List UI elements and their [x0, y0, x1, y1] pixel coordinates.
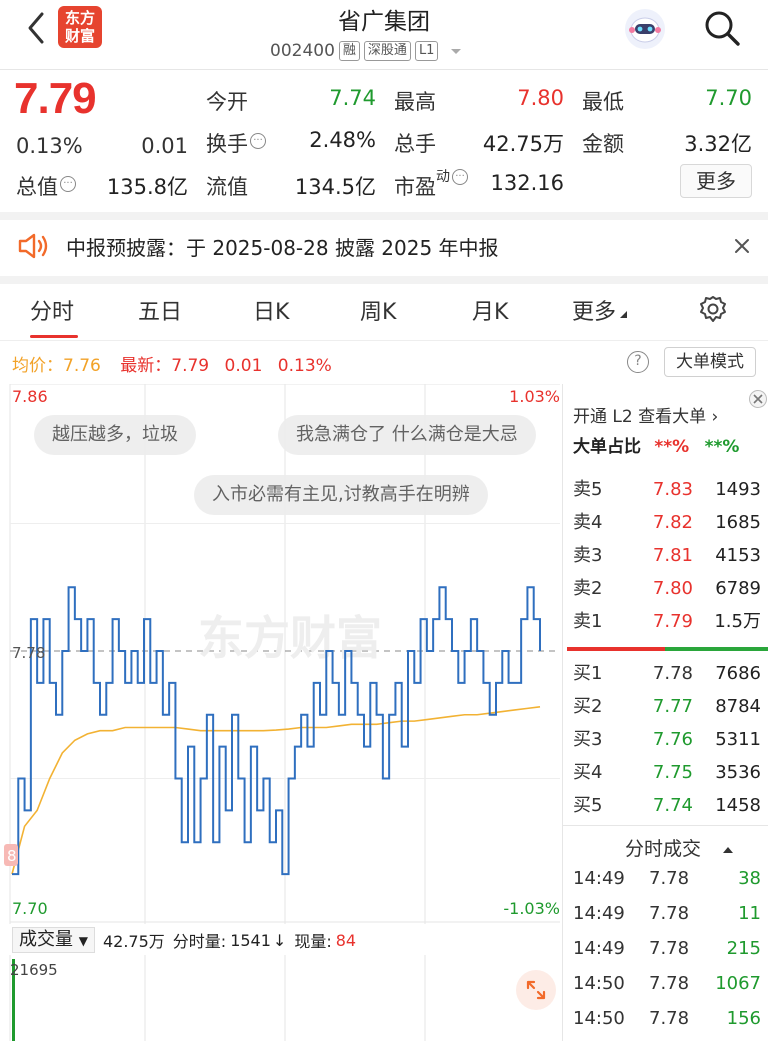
stock-subtitle[interactable]: 002400 融 深股通 L1 [270, 38, 464, 64]
expand-icon[interactable] [516, 970, 556, 1010]
label-high: 最高 [394, 90, 436, 114]
big-order-mode-button[interactable]: 大单模式 [664, 347, 756, 377]
header: 东方 财富 省广集团 002400 融 深股通 L1 [0, 0, 768, 70]
tab-intraday[interactable]: 分时 [30, 294, 74, 326]
avg-price-line [11, 705, 541, 875]
bid-row[interactable]: 买5 7.74 1458 [563, 789, 768, 822]
big-order-ratio: 大单占比 **% **% [573, 437, 740, 457]
notice-bar[interactable]: 中报预披露：于 2025-08-28 披露 2025 年中报 [0, 220, 768, 276]
tab-weekly-k[interactable]: 周K [360, 294, 396, 326]
bid-row[interactable]: 买4 7.75 3536 [563, 756, 768, 789]
intraday-chart[interactable]: 东方财富 7.86 1.03% 7.78 7.70 -1.03% 8 [0, 384, 562, 924]
ask-row[interactable]: 卖3 7.81 4153 [563, 539, 768, 572]
value-float-cap: 134.5亿 [294, 175, 376, 199]
search-icon[interactable] [702, 8, 742, 48]
active-tab-indicator [30, 335, 78, 338]
divider [0, 212, 768, 220]
volume-row: 成交量 ▼ 42.75万 分时量: 1541 ↓ 现量: 84 [12, 927, 356, 953]
info-icon[interactable]: ··· [250, 133, 266, 149]
info-icon[interactable]: ··· [452, 169, 468, 185]
tag-margin: 融 [338, 41, 360, 61]
value-high: 7.80 [517, 86, 564, 110]
value-amount: 3.32亿 [684, 132, 752, 156]
settings-gear-icon[interactable] [698, 294, 728, 324]
tab-5day[interactable]: 五日 [138, 294, 182, 326]
label-volume: 总手 [394, 132, 436, 156]
ask-row[interactable]: 卖1 7.79 1.5万 [563, 605, 768, 638]
comment-bubble[interactable]: 入市必需有主见,讨教高手在明辨 [194, 475, 488, 515]
divider [563, 825, 768, 826]
ref-price-label: 7.78 [12, 644, 45, 662]
label-market-cap: 总值 ··· [16, 171, 76, 201]
change-pct: 0.13% [16, 134, 83, 158]
bid-ask-divider [665, 647, 768, 651]
change-amount: 0.01 [141, 134, 188, 158]
more-button[interactable]: 更多 [680, 164, 752, 198]
divider [0, 69, 768, 70]
trade-row: 14:49 7.78 215 [573, 938, 761, 959]
volume-indicator-select[interactable]: 成交量 ▼ [12, 927, 95, 953]
value-volume: 42.75万 [482, 132, 564, 156]
label-pe: 市盈动 ··· [394, 166, 468, 199]
notice-text: 中报预披露：于 2025-08-28 披露 2025 年中报 [66, 236, 499, 260]
divider [0, 340, 768, 341]
ask-row[interactable]: 卖4 7.82 1685 [563, 506, 768, 539]
robot-avatar-icon[interactable] [622, 6, 668, 52]
close-icon[interactable] [749, 390, 767, 408]
comment-bubble[interactable]: 我急满仓了 什么满仓是大忌 [278, 415, 536, 455]
label-open: 今开 [206, 90, 248, 114]
trade-row: 14:50 7.78 156 [573, 1008, 761, 1029]
current-price: 7.79 [14, 74, 97, 123]
tag-level: L1 [414, 41, 439, 61]
tag-connect: 深股通 [363, 41, 411, 61]
trade-row: 14:50 7.78 1067 [573, 973, 761, 994]
chevron-down-icon [451, 49, 462, 54]
tab-daily-k[interactable]: 日K [253, 294, 289, 326]
divider [0, 276, 768, 284]
help-icon[interactable]: ? [627, 351, 649, 373]
y-top-label: 7.86 [12, 387, 48, 406]
trade-row: 14:49 7.78 11 [573, 903, 761, 924]
left-marker-text: 8 [7, 847, 17, 865]
comment-bubble[interactable]: 越压越多，垃圾 [34, 415, 196, 455]
l2-upgrade-link[interactable]: 开通 L2 查看大单 › [573, 402, 718, 427]
stock-code: 002400 [270, 41, 335, 61]
volume-max-label: 21695 [10, 961, 58, 979]
bid-row[interactable]: 买2 7.77 8784 [563, 690, 768, 723]
label-low: 最低 [582, 90, 624, 114]
bid-ask-divider [567, 647, 665, 651]
info-icon[interactable]: ··· [60, 176, 76, 192]
label-turnover: 换手 ··· [206, 128, 266, 158]
tab-monthly-k[interactable]: 月K [472, 294, 508, 326]
avg-price-row: 均价：7.76 最新：7.79 0.01 0.13% [12, 356, 332, 376]
order-book-panel: 开通 L2 查看大单 › 大单占比 **% **% 卖5 7.83 1493 卖4 7… [562, 384, 768, 1041]
triangle-icon [620, 311, 628, 318]
y-bottom-label: 7.70 [12, 899, 48, 918]
ask-row[interactable]: 卖5 7.83 1493 [563, 473, 768, 506]
bid-row[interactable]: 买1 7.78 7686 [563, 657, 768, 690]
trade-row: 14:49 7.78 38 [573, 868, 761, 889]
value-market-cap: 135.8亿 [106, 175, 188, 199]
value-low: 7.70 [705, 86, 752, 110]
caret-up-icon [723, 847, 734, 853]
label-amount: 金额 [582, 132, 624, 156]
value-open: 7.74 [329, 86, 376, 110]
pct-bottom-label: -1.03% [503, 899, 560, 918]
speaker-icon [16, 231, 50, 261]
pct-top-label: 1.03% [509, 387, 560, 406]
trades-title[interactable]: 分时成交 [625, 834, 735, 861]
value-turnover: 2.48% [309, 128, 376, 152]
label-float-cap: 流值 [206, 175, 248, 199]
tab-more[interactable]: 更多 [572, 294, 628, 326]
close-icon[interactable] [732, 236, 752, 256]
volume-chart: 21695 [9, 955, 426, 1041]
ask-row[interactable]: 卖2 7.80 6789 [563, 572, 768, 605]
bid-row[interactable]: 买3 7.76 5311 [563, 723, 768, 756]
watermark-text: 东方财富 [198, 612, 382, 664]
value-pe: 132.16 [490, 171, 564, 195]
